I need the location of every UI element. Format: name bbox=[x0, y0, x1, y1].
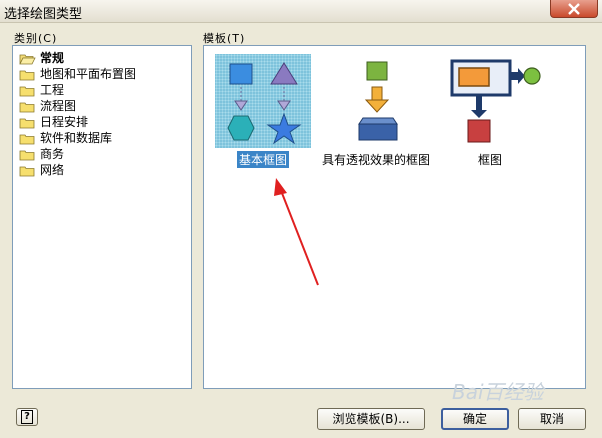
template-label: 基本框图 bbox=[237, 151, 290, 168]
open-folder-icon bbox=[19, 54, 36, 65]
folder-icon bbox=[19, 70, 35, 81]
help-icon: ? bbox=[21, 410, 33, 424]
category-label: 日程安排 bbox=[40, 115, 89, 129]
template-label: 框图 bbox=[478, 153, 503, 167]
perspective-block-diagram-icon bbox=[339, 54, 409, 148]
folder-icon bbox=[19, 166, 35, 177]
category-label: 工程 bbox=[40, 83, 65, 97]
window-title: 选择绘图类型 bbox=[4, 7, 83, 22]
watermark: Bai百经验 bbox=[452, 380, 544, 404]
category-label: 地图和平面布置图 bbox=[40, 67, 137, 81]
browse-templates-button[interactable]: 浏览模板(B)... bbox=[317, 408, 425, 430]
block-diagram-icon bbox=[445, 54, 541, 148]
cancel-button[interactable]: 取消 bbox=[518, 408, 586, 430]
basic-block-diagram-icon bbox=[215, 54, 311, 148]
category-label: 流程图 bbox=[40, 99, 77, 113]
folder-icon bbox=[19, 118, 35, 129]
folder-icon bbox=[19, 134, 35, 145]
category-label: 软件和数据库 bbox=[40, 131, 113, 145]
categories-list[interactable]: 常规 地图和平面布置图 工程 流程图 日程安排 软件和数据库 商务 网络 bbox=[12, 45, 192, 389]
ok-button[interactable]: 确定 bbox=[441, 408, 509, 430]
folder-icon bbox=[19, 150, 35, 161]
category-label: 商务 bbox=[40, 147, 65, 161]
templates-label: 模板(T) bbox=[203, 32, 246, 45]
title-bar: 选择绘图类型 bbox=[0, 0, 602, 23]
category-label: 网络 bbox=[40, 163, 65, 177]
close-button[interactable] bbox=[550, 0, 598, 18]
folder-icon bbox=[19, 102, 35, 113]
folder-icon bbox=[19, 86, 35, 97]
help-button[interactable]: ? bbox=[16, 408, 38, 426]
categories-label: 类别(C) bbox=[14, 32, 58, 45]
template-label: 具有透视效果的框图 bbox=[322, 153, 431, 167]
category-label: 常规 bbox=[40, 51, 65, 65]
close-icon bbox=[568, 3, 580, 15]
templates-list[interactable]: 基本框图 具有透视效果的框图 框图 bbox=[203, 45, 586, 389]
